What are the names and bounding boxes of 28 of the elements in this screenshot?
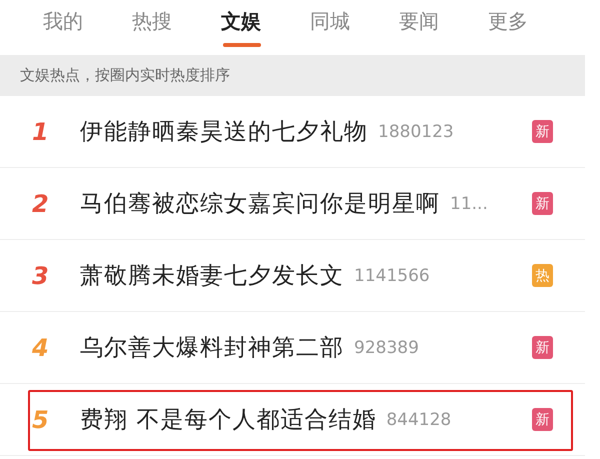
headline-link[interactable]: 伊能静晒秦昊送的七夕礼物 <box>80 116 368 147</box>
tag: 新 <box>532 120 553 143</box>
rank-number: 4 <box>31 334 50 362</box>
rank-number: 1 <box>31 118 50 146</box>
rank-number: 2 <box>31 190 50 218</box>
tag: 新 <box>532 192 553 215</box>
headline-link[interactable]: 乌尔善大爆料封神第二部 <box>80 332 344 363</box>
headline-link[interactable]: 费翔 不是每个人都适合结婚 <box>80 404 376 435</box>
tab-underline <box>223 43 261 47</box>
heat-count: 11... <box>450 194 488 214</box>
tab[interactable]: 热搜 <box>132 0 221 50</box>
tab[interactable]: 我的 <box>43 0 132 50</box>
tab[interactable]: 更多 <box>488 0 577 50</box>
tab[interactable]: 同城 <box>310 0 399 50</box>
heat-count: 928389 <box>354 338 419 358</box>
tag: 热 <box>532 264 553 287</box>
tag: 新 <box>532 336 553 359</box>
heat-count: 1141566 <box>354 266 430 286</box>
tab[interactable]: 要闻 <box>399 0 488 50</box>
heat-count: 844128 <box>386 410 452 430</box>
rank-number: 5 <box>31 406 50 434</box>
headline-link[interactable]: 萧敬腾未婚妻七夕发长文 <box>80 260 344 291</box>
banner-text: 文娱热点，按圈内实时热度排序 <box>20 66 230 85</box>
tag: 新 <box>532 408 553 431</box>
rank-number: 3 <box>31 262 50 290</box>
tab[interactable]: 文娱 <box>221 0 310 50</box>
heat-count: 1880123 <box>378 122 454 142</box>
headline-link[interactable]: 马伯骞被恋综女嘉宾问你是明星啊 <box>80 188 440 219</box>
